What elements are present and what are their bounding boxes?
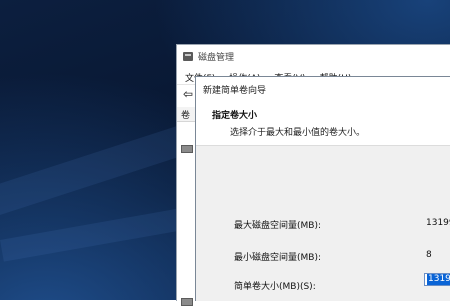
wizard-titlebar[interactable]: 新建简单卷向导 — [196, 77, 450, 101]
disk-icon — [181, 145, 193, 153]
wizard-title: 新建简单卷向导 — [203, 85, 267, 96]
volume-size-input[interactable]: 1319 — [424, 273, 450, 286]
max-size-label: 最大磁盘空间量(MB): — [234, 221, 321, 231]
min-size-label: 最小磁盘空间量(MB): — [234, 253, 321, 263]
volume-size-value: 1319 — [427, 274, 450, 285]
min-size-value: 8 — [426, 250, 432, 260]
max-size-value: 13199 — [426, 218, 450, 228]
wizard-heading: 指定卷大小 — [212, 111, 258, 121]
disk-management-titlebar[interactable]: 磁盘管理 — [177, 45, 450, 67]
wizard-body: 最大磁盘空间量(MB): 13199 最小磁盘空间量(MB): 8 简单卷大小(… — [196, 146, 450, 302]
disk-management-icon — [183, 51, 193, 61]
volume-column-label: 卷 — [181, 110, 191, 121]
back-arrow-icon[interactable]: ⇦ — [181, 87, 195, 101]
disk-management-title: 磁盘管理 — [198, 52, 235, 63]
new-simple-volume-wizard: 新建简单卷向导 指定卷大小 选择介于最大和最小值的卷大小。 最大磁盘空间量(MB… — [195, 76, 450, 301]
wizard-header: 指定卷大小 选择介于最大和最小值的卷大小。 — [196, 101, 450, 146]
volume-size-label: 简单卷大小(MB)(S): — [234, 282, 316, 292]
disk-icon — [181, 298, 193, 306]
wizard-subtitle: 选择介于最大和最小值的卷大小。 — [230, 128, 366, 138]
